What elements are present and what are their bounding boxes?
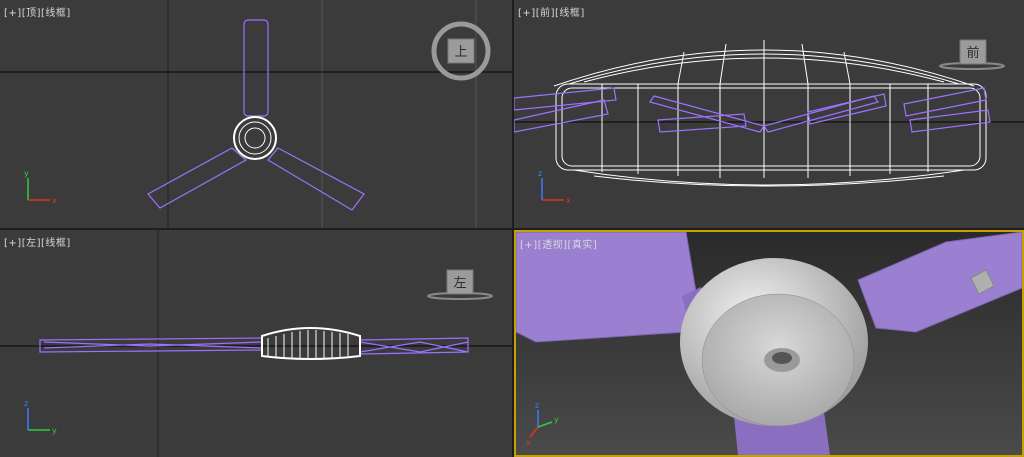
viewport-grid: [+][顶][线框] 上 y x [+][前][线框] 前 z x [+][左]… bbox=[0, 0, 1024, 457]
svg-text:z: z bbox=[24, 399, 28, 408]
front-view-canvas: 前 z x bbox=[514, 39, 1024, 205]
axis-gizmo: z y bbox=[24, 399, 57, 435]
viewcube[interactable]: 上 bbox=[431, 21, 491, 81]
viewport-menu-button[interactable]: [+] bbox=[520, 240, 538, 251]
viewcube[interactable]: 前 bbox=[939, 39, 1005, 70]
svg-text:y: y bbox=[52, 426, 57, 435]
viewport-front[interactable]: [+][前][线框] 前 z x bbox=[514, 0, 1024, 228]
viewcube-face-label: 上 bbox=[454, 45, 467, 60]
shading-mode-button[interactable]: [线框] bbox=[41, 8, 71, 19]
viewcube-face-label: 前 bbox=[966, 45, 979, 61]
svg-text:x: x bbox=[526, 438, 531, 447]
viewport-menu-button[interactable]: [+] bbox=[4, 8, 22, 19]
blade-wireframe bbox=[514, 87, 991, 133]
viewcube-face-label: 左 bbox=[453, 276, 466, 291]
shading-mode-button[interactable]: [真实] bbox=[568, 240, 598, 251]
axis-gizmo: z x bbox=[538, 169, 571, 205]
top-view-canvas: 上 y x bbox=[0, 0, 512, 228]
svg-text:z: z bbox=[538, 169, 542, 178]
svg-text:y: y bbox=[24, 169, 29, 178]
view-type-button[interactable]: [左] bbox=[22, 238, 41, 249]
view-type-button[interactable]: [透视] bbox=[538, 240, 568, 251]
viewport-left-label: [+][左][线框] bbox=[4, 234, 71, 249]
motor-wireframe bbox=[233, 116, 277, 160]
viewport-top-label: [+][顶][线框] bbox=[4, 4, 71, 19]
view-type-button[interactable]: [前] bbox=[536, 8, 555, 19]
viewcube[interactable]: 左 bbox=[427, 269, 493, 300]
svg-text:z: z bbox=[535, 401, 539, 410]
perspective-canvas: z x y bbox=[516, 232, 1022, 455]
svg-text:x: x bbox=[566, 196, 571, 205]
viewport-top[interactable]: [+][顶][线框] 上 y x bbox=[0, 0, 512, 228]
left-view-canvas: 左 z y bbox=[0, 230, 512, 457]
shading-mode-button[interactable]: [线框] bbox=[555, 8, 585, 19]
viewport-menu-button[interactable]: [+] bbox=[4, 238, 22, 249]
view-type-button[interactable]: [顶] bbox=[22, 8, 41, 19]
viewport-menu-button[interactable]: [+] bbox=[518, 8, 536, 19]
axis-gizmo: y x bbox=[24, 169, 57, 205]
viewport-perspective[interactable]: [+][透视][真实] z x y bbox=[514, 230, 1024, 457]
shading-mode-button[interactable]: [线框] bbox=[41, 238, 71, 249]
motor-hub bbox=[680, 258, 868, 427]
svg-text:y: y bbox=[554, 415, 559, 424]
motor-wireframe bbox=[261, 327, 361, 360]
blade-wireframe bbox=[147, 19, 365, 211]
viewport-perspective-label: [+][透视][真实] bbox=[520, 236, 597, 251]
viewport-left[interactable]: [+][左][线框] 左 z y bbox=[0, 230, 512, 457]
svg-text:x: x bbox=[52, 196, 57, 205]
viewport-front-label: [+][前][线框] bbox=[518, 4, 585, 19]
